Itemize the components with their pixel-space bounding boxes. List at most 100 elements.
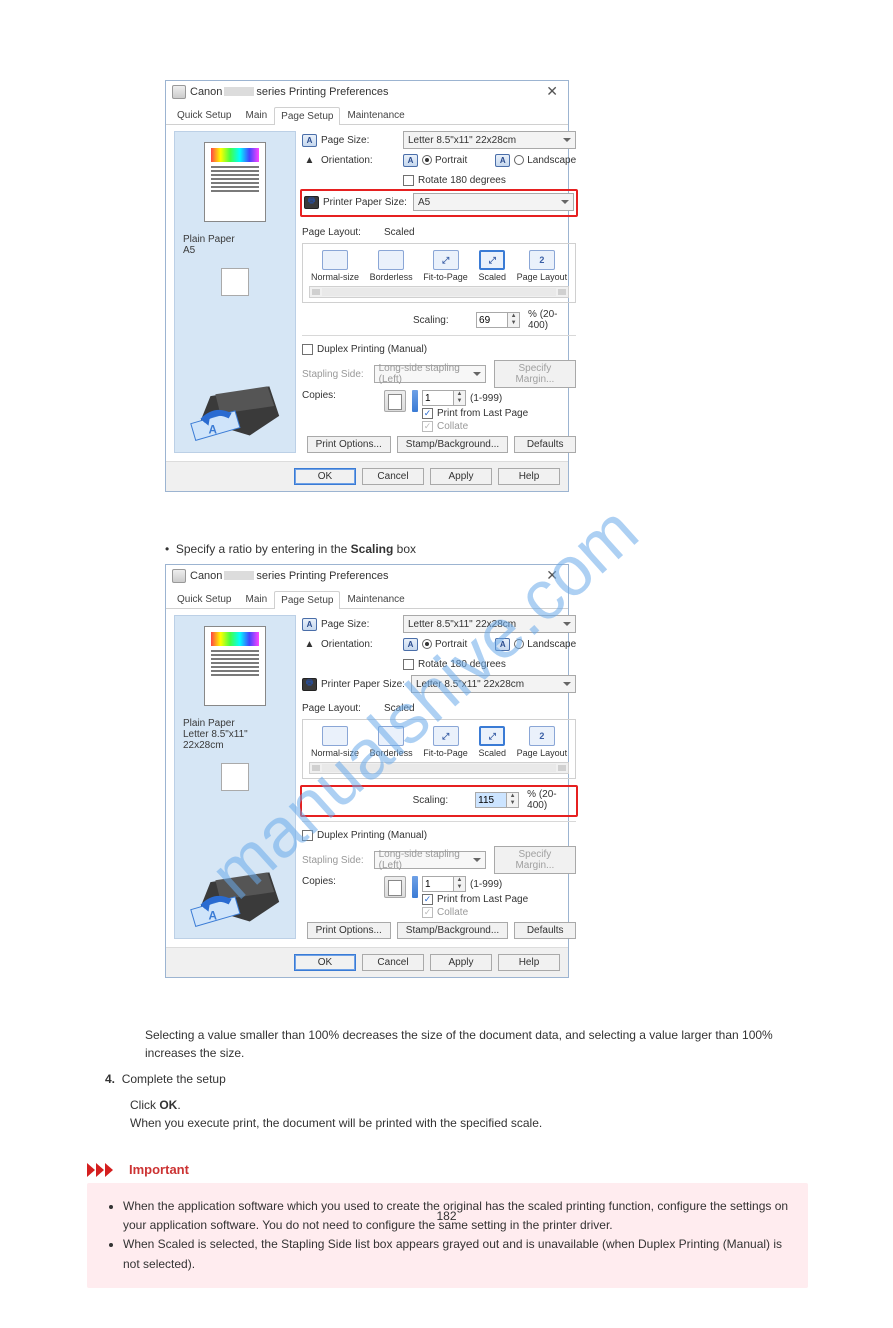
specify-margin-button: Specify Margin... [494,846,577,874]
layout-normal[interactable]: Normal-size [311,726,359,758]
scaling-range: % (20-400) [527,789,574,811]
printer-icon [172,569,186,583]
print-options-button[interactable]: Print Options... [307,436,391,453]
page-number: 182 [0,1209,893,1223]
layout-fit[interactable]: ⤢Fit-to-Page [423,250,468,282]
tab-maintenance[interactable]: Maintenance [340,106,411,124]
important-box: When the application software which you … [87,1183,808,1288]
layout-list: Normal-size Borderless ⤢Fit-to-Page ⤢Sca… [302,243,576,303]
between-text: • Specify a ratio by entering in the Sca… [165,540,808,558]
layout-scaled[interactable]: ⤢Scaled [478,250,506,282]
layout-normal[interactable]: Normal-size [311,250,359,282]
svg-text:A: A [208,423,217,436]
page-layout-value: Scaled [384,703,415,714]
printer-paper-icon: 🖶 [302,678,317,691]
stamp-button[interactable]: Stamp/Background... [397,436,508,453]
copies-range: (1-999) [470,393,502,404]
close-icon[interactable]: ✕ [542,567,562,584]
page-layout-value: Scaled [384,227,415,238]
tab-main[interactable]: Main [238,106,274,124]
tab-maintenance[interactable]: Maintenance [340,590,411,608]
layout-scaled[interactable]: ⤢Scaled [478,726,506,758]
printer-paper-label: Printer Paper Size: [321,679,407,690]
tabs: Quick Setup Main Page Setup Maintenance [166,102,568,125]
printer-icon [172,85,186,99]
stamp-button[interactable]: Stamp/Background... [397,922,508,939]
ok-button[interactable]: OK [294,954,356,971]
important-bullet-2: When Scaled is selected, the Stapling Si… [123,1235,790,1273]
layout-fit[interactable]: ⤢Fit-to-Page [423,726,468,758]
copies-input[interactable]: ▲▼ [422,390,466,406]
tabs: Quick Setup Main Page Setup Maintenance [166,586,568,609]
duplex-check[interactable]: Duplex Printing (Manual) [302,344,427,355]
orientation-icon: ▲ [302,639,317,650]
print-last-check[interactable]: ✓Print from Last Page [422,408,528,419]
copies-input[interactable]: ▲▼ [422,876,466,892]
print-options-button[interactable]: Print Options... [307,922,391,939]
print-prefs-dialog-1: Canon series Printing Preferences ✕ Quic… [165,80,569,492]
stapling-select: Long-side stapling (Left) [374,851,486,869]
layout-list: Normal-size Borderless ⤢Fit-to-Page ⤢Sca… [302,719,576,779]
copies-icon [384,876,406,898]
scaling-input[interactable]: ▲▼ [475,792,519,808]
apply-button[interactable]: Apply [430,954,492,971]
layout-pagelayout[interactable]: 2Page Layout [517,250,568,282]
media-type: Plain Paper [183,234,287,245]
printer-paper-icon: 🖶 [304,196,319,209]
defaults-button[interactable]: Defaults [514,436,576,453]
title-prefix: Canon [190,570,222,582]
copies-range: (1-999) [470,879,502,890]
titlebar: Canon series Printing Preferences ✕ [166,565,568,586]
scaling-label: Scaling: [413,795,449,806]
layout-pagelayout[interactable]: 2Page Layout [517,726,568,758]
step4: 4. Complete the setup [105,1070,808,1088]
print-last-check[interactable]: ✓Print from Last Page [422,894,528,905]
landscape-radio[interactable]: Landscape [514,155,576,166]
titlebar: Canon series Printing Preferences ✕ [166,81,568,102]
tab-quick-setup[interactable]: Quick Setup [170,590,238,608]
close-icon[interactable]: ✕ [542,83,562,100]
portrait-radio[interactable]: Portrait [422,155,467,166]
tab-main[interactable]: Main [238,590,274,608]
scaling-highlight: Scaling: ▲▼ % (20-400) [300,785,578,817]
tab-quick-setup[interactable]: Quick Setup [170,106,238,124]
stapling-label: Stapling Side: [302,855,370,866]
page-size-select[interactable]: Letter 8.5"x11" 22x28cm [403,615,576,633]
collate-check: ✓Collate [422,421,528,432]
landscape-radio[interactable]: Landscape [514,639,576,650]
copies-label: Copies: [302,876,380,887]
tab-page-setup[interactable]: Page Setup [274,107,340,125]
scaling-input[interactable]: ▲▼ [476,312,520,328]
media-type: Plain Paper [183,718,287,729]
important-header: Important [87,1162,808,1177]
layout-borderless[interactable]: Borderless [370,726,413,758]
cancel-button[interactable]: Cancel [362,468,424,485]
model-mask [224,571,254,580]
page-size-select[interactable]: Letter 8.5"x11" 22x28cm [403,131,576,149]
portrait-radio[interactable]: Portrait [422,639,467,650]
page-size-label: Page Size: [321,135,399,146]
rotate180-check[interactable]: Rotate 180 degrees [403,175,506,186]
stapling-label: Stapling Side: [302,369,370,380]
help-button[interactable]: Help [498,954,560,971]
page-size-label: Page Size: [321,619,399,630]
rotate180-check[interactable]: Rotate 180 degrees [403,659,506,670]
svg-text:A: A [208,909,217,922]
stapling-select: Long-side stapling (Left) [374,365,486,383]
layout-scrollbar[interactable] [309,762,569,774]
preview-pane: Plain Paper Letter 8.5"x11" 22x28cm A [174,615,296,939]
specify-margin-button: Specify Margin... [494,360,577,388]
defaults-button[interactable]: Defaults [514,922,576,939]
help-button[interactable]: Help [498,468,560,485]
apply-button[interactable]: Apply [430,468,492,485]
tab-page-setup[interactable]: Page Setup [274,591,340,609]
layout-borderless[interactable]: Borderless [370,250,413,282]
model-mask [224,87,254,96]
duplex-check[interactable]: Duplex Printing (Manual) [302,830,427,841]
layout-scrollbar[interactable] [309,286,569,298]
printer-paper-select[interactable]: A5 [413,193,574,211]
cancel-button[interactable]: Cancel [362,954,424,971]
scaling-range: % (20-400) [528,309,576,331]
ok-button[interactable]: OK [294,468,356,485]
printer-paper-select[interactable]: Letter 8.5"x11" 22x28cm [411,675,576,693]
